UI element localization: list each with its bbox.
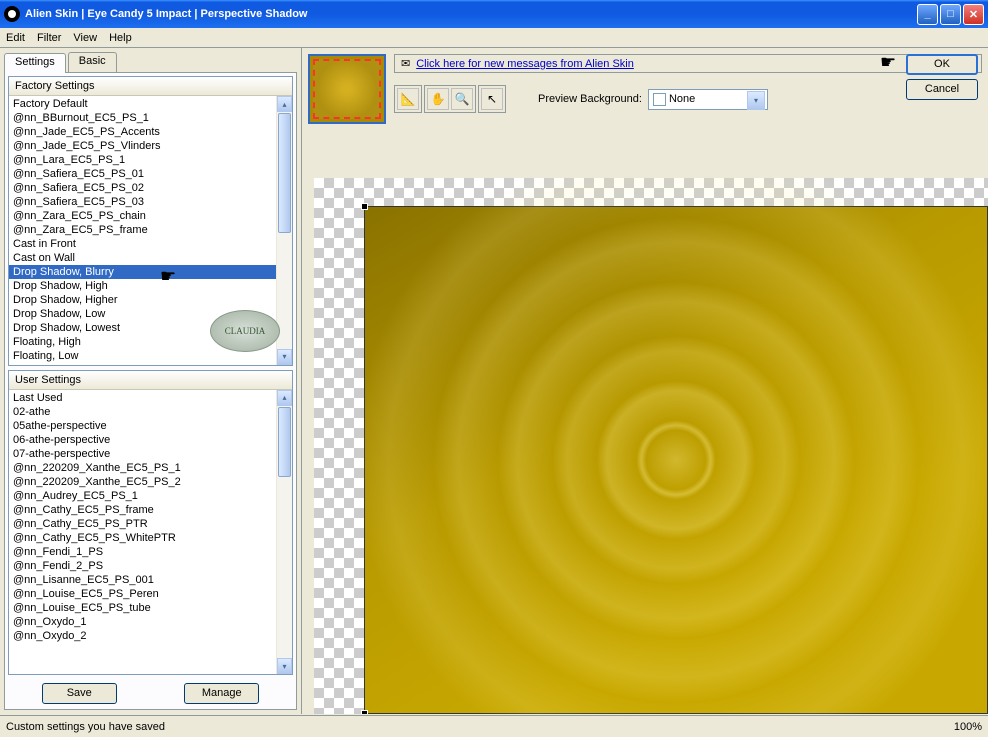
app-icon <box>4 6 20 22</box>
list-item[interactable]: @nn_Lisanne_EC5_PS_001 <box>9 573 292 587</box>
close-button[interactable]: ✕ <box>963 4 984 25</box>
list-item[interactable]: Factory Default <box>9 97 292 111</box>
list-item[interactable]: Last Used <box>9 391 292 405</box>
list-item[interactable]: @nn_Oxydo_2 <box>9 629 292 643</box>
pointer-hand-icon: ☛ <box>880 52 896 73</box>
list-item[interactable]: 05athe-perspective <box>9 419 292 433</box>
navigator-thumbnail[interactable] <box>308 54 386 124</box>
list-item[interactable]: Cast on Wall <box>9 251 292 265</box>
ruler-tool-icon[interactable]: 📐 <box>397 88 419 110</box>
list-item[interactable]: Floating, Low <box>9 349 292 363</box>
list-item[interactable]: @nn_220209_Xanthe_EC5_PS_1 <box>9 461 292 475</box>
list-item[interactable]: @nn_BBurnout_EC5_PS_1 <box>9 111 292 125</box>
tab-settings[interactable]: Settings <box>4 53 66 73</box>
list-item[interactable]: Drop Shadow, Higher <box>9 293 292 307</box>
cancel-button[interactable]: Cancel <box>906 79 978 100</box>
menu-filter[interactable]: Filter <box>37 32 61 44</box>
titlebar: Alien Skin | Eye Candy 5 Impact | Perspe… <box>0 0 988 28</box>
list-item[interactable]: @nn_220209_Xanthe_EC5_PS_2 <box>9 475 292 489</box>
menu-view[interactable]: View <box>73 32 97 44</box>
list-item[interactable]: @nn_Fendi_2_PS <box>9 559 292 573</box>
list-item[interactable]: @nn_Zara_EC5_PS_chain <box>9 209 292 223</box>
user-header: User Settings <box>9 371 292 390</box>
preview-area[interactable] <box>314 178 988 714</box>
list-item[interactable]: @nn_Audrey_EC5_PS_1 <box>9 489 292 503</box>
factory-settings-list[interactable]: Factory Settings Factory Default@nn_BBur… <box>8 76 293 366</box>
list-item[interactable]: @nn_Safiera_EC5_PS_02 <box>9 181 292 195</box>
status-bar: Custom settings you have saved 100% <box>0 715 988 737</box>
preview-bg-label: Preview Background: <box>538 93 642 105</box>
list-item[interactable]: @nn_Fendi_1_PS <box>9 545 292 559</box>
list-item[interactable]: @nn_Jade_EC5_PS_Accents <box>9 125 292 139</box>
list-item[interactable]: Drop Shadow, Low <box>9 307 292 321</box>
ok-button[interactable]: OK <box>906 54 978 75</box>
list-item[interactable]: @nn_Safiera_EC5_PS_01 <box>9 167 292 181</box>
save-button[interactable]: Save <box>42 683 117 704</box>
right-panel: ✉ Click here for new messages from Alien… <box>302 48 988 714</box>
list-item[interactable]: @nn_Jade_EC5_PS_Vlinders <box>9 139 292 153</box>
status-text: Custom settings you have saved <box>6 721 165 733</box>
minimize-button[interactable]: _ <box>917 4 938 25</box>
list-item[interactable]: 07-athe-perspective <box>9 447 292 461</box>
list-item[interactable]: 02-athe <box>9 405 292 419</box>
list-item[interactable]: @nn_Oxydo_1 <box>9 615 292 629</box>
list-item[interactable]: Drop Shadow, Blurry <box>9 265 292 279</box>
zoom-tool-icon[interactable]: 🔍 <box>451 88 473 110</box>
list-item[interactable]: Floating, High <box>9 335 292 349</box>
mail-icon: ✉ <box>401 57 410 70</box>
list-item[interactable]: @nn_Cathy_EC5_PS_WhitePTR <box>9 531 292 545</box>
list-item[interactable]: @nn_Louise_EC5_PS_Peren <box>9 587 292 601</box>
maximize-button[interactable]: □ <box>940 4 961 25</box>
list-item[interactable]: @nn_Safiera_EC5_PS_03 <box>9 195 292 209</box>
preview-bg-combo[interactable]: None <box>648 89 768 110</box>
menu-edit[interactable]: Edit <box>6 32 25 44</box>
hand-tool-icon[interactable]: ✋ <box>427 88 449 110</box>
list-item[interactable]: Cast in Front <box>9 237 292 251</box>
zoom-level: 100% <box>954 721 982 733</box>
checkbox-icon <box>653 93 666 106</box>
list-item[interactable]: Drop Shadow, Lowest <box>9 321 292 335</box>
list-item[interactable]: @nn_Cathy_EC5_PS_frame <box>9 503 292 517</box>
menubar: Edit Filter View Help <box>0 28 988 48</box>
list-item[interactable]: 06-athe-perspective <box>9 433 292 447</box>
resize-handle[interactable] <box>361 203 368 210</box>
preview-image <box>326 178 988 714</box>
window-title: Alien Skin | Eye Candy 5 Impact | Perspe… <box>25 8 917 20</box>
user-settings-list[interactable]: User Settings Last Used02-athe05athe-per… <box>8 370 293 675</box>
factory-header: Factory Settings <box>9 77 292 96</box>
menu-help[interactable]: Help <box>109 32 132 44</box>
scrollbar[interactable]: ▴ ▾ <box>276 390 292 674</box>
scrollbar[interactable]: ▴ ▾ <box>276 96 292 365</box>
list-item[interactable]: Drop Shadow, High <box>9 279 292 293</box>
manage-button[interactable]: Manage <box>184 683 259 704</box>
preview-canvas[interactable] <box>364 206 988 714</box>
preview-bg-value: None <box>669 93 695 105</box>
tab-basic[interactable]: Basic <box>68 52 117 72</box>
list-item[interactable]: @nn_Louise_EC5_PS_tube <box>9 601 292 615</box>
list-item[interactable]: @nn_Cathy_EC5_PS_PTR <box>9 517 292 531</box>
left-panel: Settings Basic Factory Settings Factory … <box>0 48 302 714</box>
list-item[interactable]: @nn_Lara_EC5_PS_1 <box>9 153 292 167</box>
list-item[interactable]: @nn_Zara_EC5_PS_frame <box>9 223 292 237</box>
resize-handle[interactable] <box>361 710 368 714</box>
message-link[interactable]: Click here for new messages from Alien S… <box>416 58 634 70</box>
pointer-hand-icon: ☛ <box>160 266 176 287</box>
arrow-tool-icon[interactable]: ↖ <box>481 88 503 110</box>
